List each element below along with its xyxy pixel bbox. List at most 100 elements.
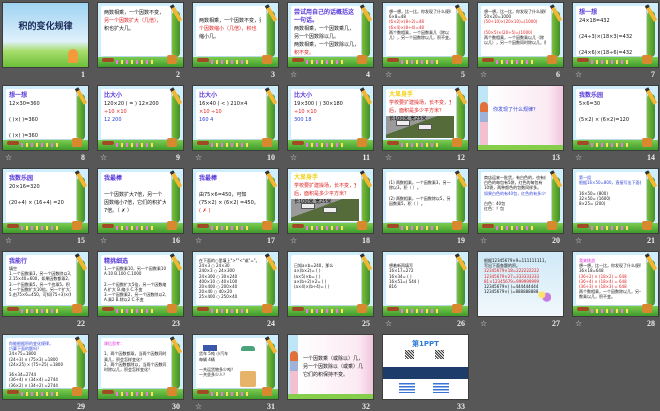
slide-thumbnail-32[interactable]: 一个因数乘（或除以）几， 另一个因数除以（或乘）几， 它们的积保持不变。 <box>288 335 373 399</box>
slide-content: 货车 5吨 小汽车 每辆 4辆 一共运货物多少吨？ 一共坐多少人？ <box>199 341 261 377</box>
text-line: 长100米 宽25米 <box>294 199 332 205</box>
slide-thumbnail-29[interactable]: 你能根据积的变化规律， 巧算下面的题吗？ 24×75=1800 (24÷3) × (7… <box>3 335 88 399</box>
text-line: 12 200 <box>104 117 122 123</box>
animation-star-icon[interactable]: ☆ <box>5 153 12 162</box>
barrel-icon <box>262 304 272 313</box>
slide-number: 6 <box>556 70 560 79</box>
text-line: (24×25) × (75÷25) =1800 <box>9 361 64 367</box>
slide-thumbnail-31[interactable]: 货车 5吨 小汽车 每辆 4辆 一共运货物多少吨？ 一共坐多少人？ <box>193 335 278 399</box>
animation-star-icon[interactable]: ☆ <box>290 70 297 79</box>
slide-thumbnail-27[interactable]: 根据12345679×9=111111111，直接写出下面各题的积。123456… <box>478 252 563 316</box>
slide-thumbnail-19[interactable]: (1) 两数相乘，一个因数乘3，另一个因数除以3，积（ ）。 (2) 两数相乘，… <box>383 169 468 233</box>
slide-thumbnail-8[interactable]: 想一想 12×30=360 ( )×( )=360 ( )×( )=360 <box>3 86 88 150</box>
slide-thumbnail-15[interactable]: 我数乐园 20×16=320 (20÷4) × (16÷4) =20 <box>3 169 88 233</box>
slide-thumbnail-12[interactable]: 大显身手学校要扩建操场，长不变，宽扩大后，面积是多少平方米？ 长100米 宽25米 <box>383 86 468 150</box>
slide-thumbnail-22[interactable]: 我能行填空1.一个因数乘3，另一个因数除以3，积（ ）2.15×40=600，如… <box>3 252 88 316</box>
text-line <box>579 108 641 116</box>
text-line: 5×6=30 <box>579 101 601 107</box>
slide-thumbnail-9[interactable]: 比大小 120×20 ( = ) 12×200 ÷10 ×10 12 200 <box>98 86 183 150</box>
slide-thumbnail-5[interactable]: 想一想，比一比，你发现了什么规律？ 6×8=48 (6×2)×(8÷2)=48 (6×… <box>383 3 468 67</box>
slide-thumbnail-11[interactable]: 比大小 19×300 ( ) 30×180 ÷10 ×10 300 18 <box>288 86 373 150</box>
bird-icon <box>482 58 494 62</box>
slide-thumbnail-24[interactable]: 在下面的○里填上">""<"或"="。 24×3 ○ 24×30 240×3 ○ 2… <box>193 252 278 316</box>
text-line: 积不变。 <box>294 50 315 56</box>
slide-thumbnail-20[interactable]: 商店运来一批货，有白色的，也有红色的。白色的每包有5袋，红色的每包有10袋，两种… <box>478 169 563 233</box>
slide-content: 比大小 16×40 ( < ) 210×4 ×10 ÷10 160 4 <box>199 92 261 124</box>
cartoon-kid-image <box>68 49 78 63</box>
text-line: ÷10 ×10 <box>294 109 317 115</box>
text-line: (24÷3)×(18×3)=432 <box>579 34 633 40</box>
slide-thumbnail-16[interactable]: 我最棒 一个因数扩大7倍，另一个 因数缩小7倍，它们的积扩大 7倍。（ ✗ ） <box>98 169 183 233</box>
grass-strip <box>288 394 373 399</box>
slide-thumbnail-18[interactable]: 大显身手学校要扩建操场，长不变，宽扩大后，面积是多少平方米？ 长100米 宽25米 <box>288 169 373 233</box>
slide-thumbnail-30[interactable]: 课后思考： 1、两个因数都乘，当两个因数同时 乘几，积会怎样变化？ 2、两个因数都除… <box>98 335 183 399</box>
slide-thumbnail-23[interactable]: 精挑细选1.一个因数乘10，另一个因数乘10，积（ ）A.10 B.100 C.… <box>98 252 183 316</box>
animation-star-icon[interactable]: ☆ <box>195 236 202 245</box>
text-line: ×10 ÷10 <box>199 109 222 115</box>
text-line <box>579 41 641 49</box>
slide-content: 商店运来一批货，有白色的，也有红色的。白色的每包有5袋，红色的每包有10袋，两种… <box>484 175 546 211</box>
animation-star-icon[interactable]: ☆ <box>575 319 582 328</box>
slide-thumbnail-33[interactable]: 第1PPT <box>383 335 468 399</box>
animation-star-icon[interactable]: ☆ <box>480 70 487 79</box>
bird-icon <box>197 58 209 62</box>
slide-thumbnail-28[interactable]: 我来挑战 想一想，比一比，你发现了什么规律？ 36×18=648 (36÷2) × (… <box>573 252 658 316</box>
animation-star-icon[interactable]: ☆ <box>100 153 107 162</box>
slide-number: 20 <box>552 236 560 245</box>
slide-thumbnail-21[interactable]: 第一组根据16×50=800，直接写出下面各题的积。 16×50= (800)3… <box>573 169 658 233</box>
slide-thumbnail-17[interactable]: 我最棒 由75×6=450，可知 (75×2) × (6×2) =450。 ( ✗ … <box>193 169 278 233</box>
text-line <box>9 108 71 116</box>
animation-star-icon[interactable]: ☆ <box>100 236 107 245</box>
slide-thumbnail-10[interactable]: 比大小 16×40 ( < ) 210×4 ×10 ÷10 160 4 <box>193 86 278 150</box>
animation-star-icon[interactable]: ☆ <box>290 153 297 162</box>
animation-star-icon[interactable]: ☆ <box>385 70 392 79</box>
slide-thumbnail-6[interactable]: 想一想，比一比，你发现了什么规律？ 50×20=1000 (50÷10)×(20×1… <box>478 3 563 67</box>
slide-thumbnail-4[interactable]: 尝试用自己的话概括这一句话。 两数相乘，一个因数乘几， 另一个因数除以几。 两数相乘，… <box>288 3 373 67</box>
text-line: 25×400 ○ 250×40 <box>199 294 238 300</box>
animation-star-icon[interactable]: ☆ <box>480 319 487 328</box>
ppt-logo: 第1PPT <box>412 340 439 348</box>
slide-thumbnail-7[interactable]: 想一想 24×18=432 (24÷3)×(18×3)=432 (24×6)×(1… <box>573 3 658 67</box>
flowers-decoration <box>496 226 536 230</box>
bird-icon <box>387 141 399 145</box>
bird-icon <box>197 141 209 145</box>
animation-star-icon[interactable]: ☆ <box>480 236 487 245</box>
text-line: 5.由75×6=450，可知(75÷3)×(6×3)=450。（ ） <box>9 292 71 298</box>
slide-thumbnail-25[interactable]: 已知a×b=240，那么 a×(b×2)= ( ) (a×5)×b= ( ) a×(b… <box>288 252 373 316</box>
animation-star-icon[interactable]: ☆ <box>195 153 202 162</box>
qr-code-icon <box>405 350 414 359</box>
text-line: ( ✗ ) <box>199 208 211 214</box>
animation-star-icon[interactable]: ☆ <box>5 236 12 245</box>
slide-number: 25 <box>362 319 370 328</box>
text-line: 缩小几。 <box>199 34 220 40</box>
slide-thumbnail-1[interactable]: 积的变化规律 <box>3 3 88 67</box>
text-line: 个因数缩小（几倍），积也 <box>199 26 257 32</box>
text-line: 8×25= (200) <box>579 201 606 207</box>
text-line: 一个因数乘（或除以）几， <box>303 356 363 362</box>
animation-star-icon[interactable]: ☆ <box>385 319 392 328</box>
text-line: (20÷4) × (16÷4) =20 <box>9 200 64 206</box>
flowers-decoration <box>21 226 61 230</box>
text-line <box>9 191 71 199</box>
animation-star-icon[interactable]: ☆ <box>290 236 297 245</box>
animation-star-icon[interactable]: ☆ <box>575 236 582 245</box>
slide-thumbnail-26[interactable]: 想着新再填写 16×17=272 16×34= ( ) 16×51=( 544 ) 8… <box>383 252 468 316</box>
slide-thumbnail-13[interactable]: 你发现了什么规律？ <box>478 86 563 150</box>
barrel-icon <box>262 221 272 230</box>
slide-thumbnail-3[interactable]: 两数相乘，一个因数不变，另一个因数缩小（几倍），积也缩小几。 <box>193 3 278 67</box>
slide-thumbnail-2[interactable]: 两数相乘，一个因数不变， 另一个因数扩大（几倍）， 积也扩大几。 <box>98 3 183 67</box>
barrel-icon <box>547 221 557 230</box>
slide-number: 28 <box>647 319 655 328</box>
barrel-icon <box>547 55 557 64</box>
animation-star-icon[interactable]: ☆ <box>575 70 582 79</box>
barrel-icon <box>452 55 462 64</box>
slide-content: 我数乐园 20×16=320 (20÷4) × (16÷4) =20 <box>9 175 71 207</box>
animation-star-icon[interactable]: ☆ <box>385 153 392 162</box>
barrel-icon <box>262 55 272 64</box>
slide-thumbnail-14[interactable]: 我数乐园 5×6=30 (5×2) × (6×2)=120 <box>573 86 658 150</box>
animation-star-icon[interactable]: ☆ <box>575 153 582 162</box>
bird-icon <box>292 224 304 228</box>
flowers-decoration <box>211 226 251 230</box>
slide-heading: 我数乐园 <box>9 175 34 182</box>
flowers-decoration <box>211 392 251 396</box>
